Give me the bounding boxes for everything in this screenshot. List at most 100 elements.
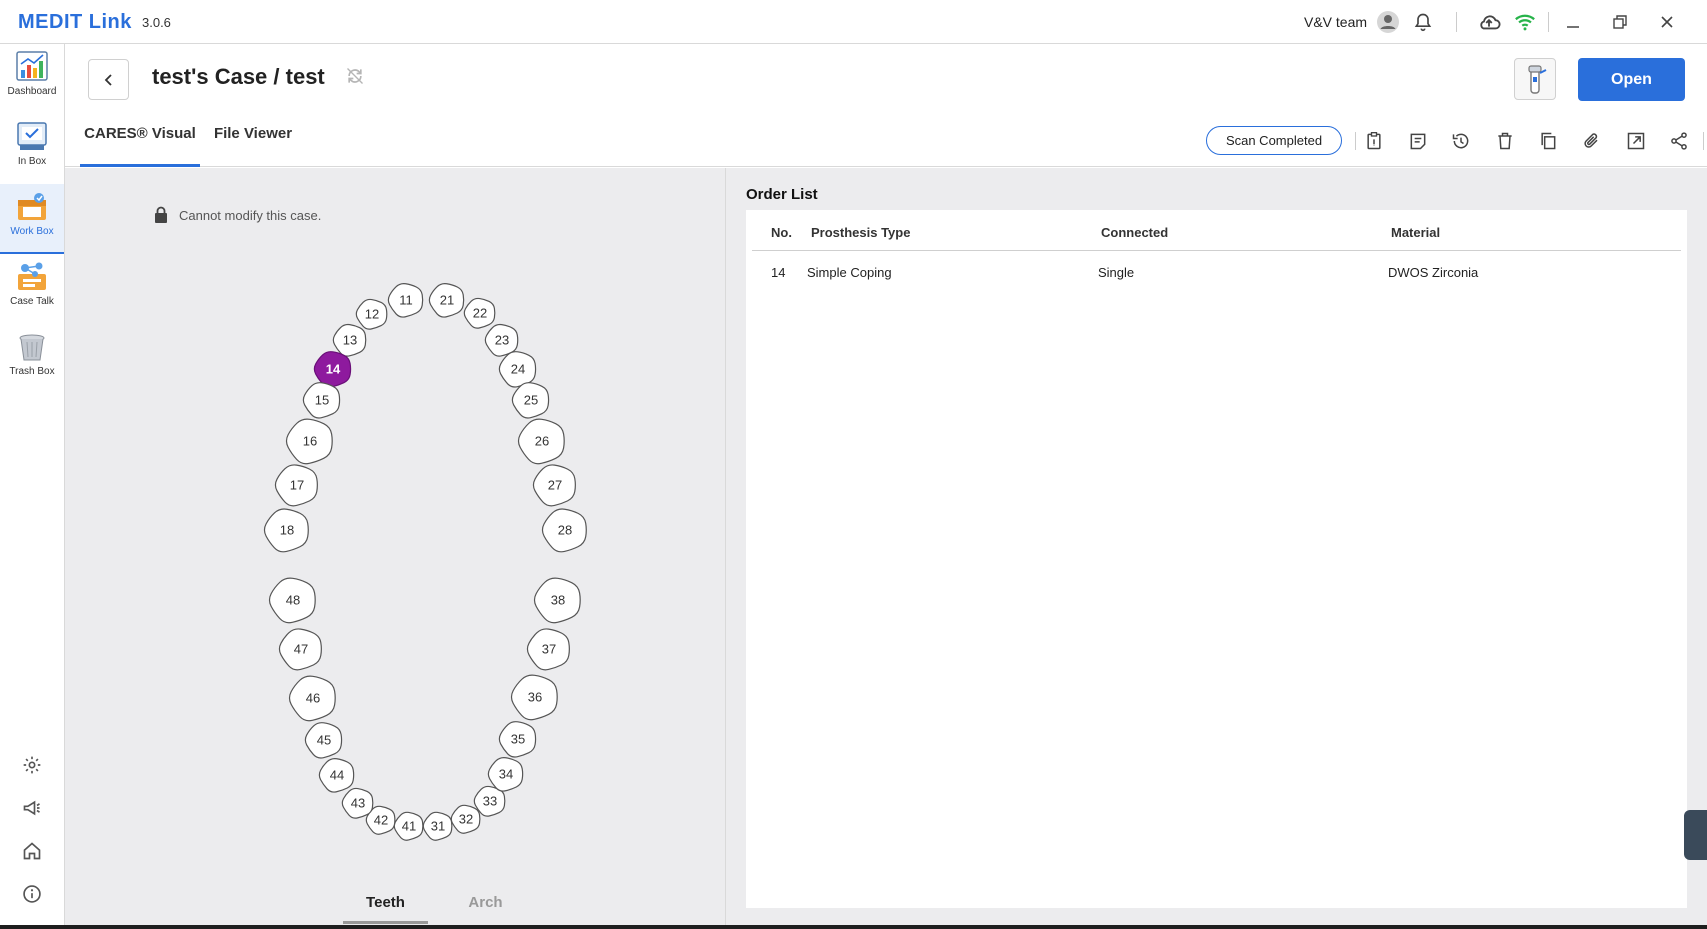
tab-file-viewer[interactable]: File Viewer: [213, 125, 293, 167]
tooth-number-label: 26: [535, 434, 549, 449]
tooth-43[interactable]: 43: [341, 787, 374, 819]
tooth-number-label: 27: [548, 478, 562, 493]
tooth-number-label: 44: [330, 768, 344, 783]
tooth-number-label: 48: [286, 593, 300, 608]
order-list-title: Order List: [746, 186, 818, 203]
info-icon[interactable]: [20, 882, 44, 906]
tooth-13[interactable]: 13: [332, 323, 367, 357]
tooth-41[interactable]: 41: [393, 811, 424, 841]
export-icon[interactable]: [1624, 129, 1648, 153]
tab-cares-visual[interactable]: CARES® Visual: [80, 125, 200, 167]
tooth-27[interactable]: 27: [532, 464, 576, 507]
table-cell[interactable]: 14: [771, 265, 785, 280]
settings-icon[interactable]: [20, 753, 44, 777]
tooth-18[interactable]: 18: [263, 508, 309, 553]
back-button[interactable]: [88, 59, 129, 100]
title-bar: MEDIT Link 3.0.6 V&V team: [0, 0, 1707, 44]
cares-visual-panel: Cannot modify this case. 11 12 13 14 15 16 17 1…: [65, 168, 725, 929]
tooth-28[interactable]: 28: [541, 508, 587, 553]
nav-dashboard[interactable]: Dashboard: [0, 44, 64, 114]
table-cell[interactable]: Simple Coping: [807, 265, 892, 280]
clipboard-icon[interactable]: [1362, 129, 1386, 153]
tooth-21[interactable]: 21: [428, 283, 465, 318]
tooth-number-label: 45: [317, 733, 331, 748]
tooth-number-label: 23: [495, 333, 509, 348]
user-avatar-icon[interactable]: [1375, 9, 1401, 35]
close-window-icon[interactable]: [1654, 9, 1680, 35]
nav-trash-box[interactable]: Trash Box: [0, 324, 64, 394]
tooth-48[interactable]: 48: [268, 577, 316, 624]
side-navigation: Dashboard In Box Work Box Case Talk Tras…: [0, 44, 65, 929]
tooth-16[interactable]: 16: [285, 418, 333, 465]
action-divider: [1703, 132, 1704, 150]
tooth-number-label: 17: [290, 478, 304, 493]
tooth-36[interactable]: 36: [510, 674, 558, 721]
tooth-15[interactable]: 15: [302, 382, 341, 419]
restore-window-icon[interactable]: [1607, 9, 1633, 35]
tooth-31[interactable]: 31: [422, 811, 453, 841]
nav-in-box[interactable]: In Box: [0, 114, 64, 184]
attach-icon[interactable]: [1580, 129, 1604, 153]
tooth-number-label: 36: [528, 690, 542, 705]
announcement-icon[interactable]: [20, 796, 44, 820]
tooth-47[interactable]: 47: [278, 628, 322, 671]
tooth-number-label: 33: [483, 794, 497, 809]
home-icon[interactable]: [20, 839, 44, 863]
side-assistant-tab[interactable]: [1684, 810, 1707, 860]
tooth-23[interactable]: 23: [484, 323, 519, 357]
share-icon[interactable]: [1667, 129, 1691, 153]
tooth-24[interactable]: 24: [498, 351, 537, 388]
dashboard-icon: [15, 50, 49, 84]
tooth-26[interactable]: 26: [517, 418, 565, 465]
dental-chart[interactable]: 11 12 1314 15 16 17 18 21 22 2324 25 26 27 28 31 32 33 34…: [65, 168, 725, 929]
minimize-icon[interactable]: [1560, 9, 1586, 35]
medit-link-window: MEDIT Link 3.0.6 V&V team Dashboard In B…: [0, 0, 1707, 929]
tooth-12[interactable]: 12: [355, 298, 388, 330]
cloud-sync-icon[interactable]: [1476, 9, 1502, 35]
tooth-46[interactable]: 46: [288, 675, 336, 722]
subtab-arch[interactable]: Arch: [443, 894, 528, 924]
scanner-button[interactable]: [1514, 58, 1556, 100]
nav-case-talk[interactable]: Case Talk: [0, 254, 64, 324]
sync-disabled-icon[interactable]: [345, 66, 365, 91]
table-cell[interactable]: Single: [1098, 265, 1134, 280]
tooth-45[interactable]: 45: [304, 722, 343, 759]
team-name[interactable]: V&V team: [1304, 14, 1367, 30]
tooth-number-label: 11: [399, 293, 413, 308]
tooth-37[interactable]: 37: [526, 628, 570, 671]
tooth-14[interactable]: 14: [313, 351, 352, 388]
action-divider: [1355, 132, 1356, 150]
notification-bell-icon[interactable]: [1410, 9, 1436, 35]
tooth-32[interactable]: 32: [450, 804, 481, 834]
order-table: No. Prosthesis Type Connected Material 1…: [746, 210, 1687, 908]
nav-label: Work Box: [10, 226, 54, 237]
tooth-22[interactable]: 22: [463, 297, 496, 329]
nav-work-box[interactable]: Work Box: [0, 184, 64, 254]
column-header: No.: [771, 225, 792, 240]
tooth-11[interactable]: 11: [387, 283, 424, 318]
subtab-teeth[interactable]: Teeth: [343, 894, 428, 924]
tooth-35[interactable]: 35: [498, 721, 537, 758]
tooth-38[interactable]: 38: [533, 577, 581, 624]
tooth-25[interactable]: 25: [511, 382, 550, 419]
tooth-number-label: 31: [431, 819, 445, 834]
tooth-44[interactable]: 44: [318, 758, 355, 793]
delete-icon[interactable]: [1493, 129, 1517, 153]
tooth-number-label: 24: [511, 362, 525, 377]
history-icon[interactable]: [1449, 129, 1473, 153]
wifi-icon[interactable]: [1512, 9, 1538, 35]
tooth-number-label: 28: [558, 523, 572, 538]
scan-status-badge[interactable]: Scan Completed: [1206, 126, 1342, 155]
nav-label: Dashboard: [7, 86, 57, 97]
intraoral-scanner-icon: [1528, 65, 1547, 94]
tooth-number-label: 42: [374, 813, 388, 828]
tooth-number-label: 16: [303, 434, 317, 449]
tooth-34[interactable]: 34: [487, 757, 524, 792]
copy-icon[interactable]: [1536, 129, 1560, 153]
table-cell[interactable]: DWOS Zirconia: [1388, 265, 1478, 280]
note-icon[interactable]: [1406, 129, 1430, 153]
tooth-17[interactable]: 17: [274, 464, 318, 507]
open-button[interactable]: Open: [1578, 58, 1685, 101]
tooth-number-label: 21: [440, 293, 454, 308]
tooth-number-label: 35: [511, 732, 525, 747]
